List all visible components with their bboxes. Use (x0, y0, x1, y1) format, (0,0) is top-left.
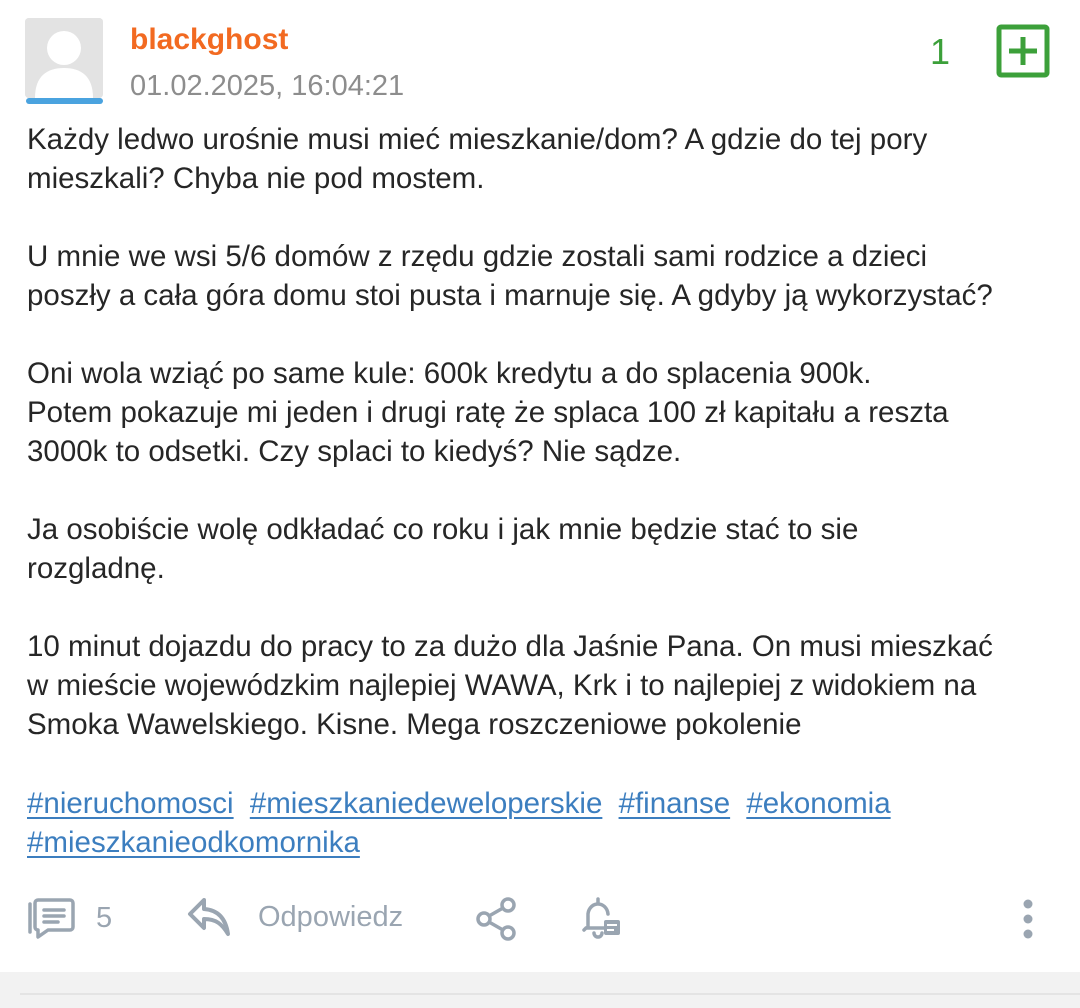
comments-button[interactable]: 5 (26, 896, 112, 940)
post-text-line: Każdy ledwo urośnie musi mieć mieszkanie… (27, 123, 928, 156)
tag-list: #nieruchomosci #mieszkaniedeweloperskie … (27, 784, 1062, 862)
post-text-line: mieszkali? Chyba nie pod mostem. (27, 162, 485, 195)
separator-line (20, 993, 1080, 995)
post-text-line: 10 minut dojazdu do pracy to za dużo dla… (27, 630, 993, 663)
tag-link[interactable]: #mieszkanieodkomornika (27, 826, 360, 859)
post-text-line: Ja osobiście wolę odkładać co roku i jak… (27, 513, 859, 546)
reply-button[interactable]: Odpowiedz (186, 894, 403, 940)
post-paragraph: Ja osobiście wolę odkładać co roku i jak… (27, 510, 1062, 588)
tag-link[interactable]: #nieruchomosci (27, 787, 234, 820)
post-paragraph: Każdy ledwo urośnie musi mieć mieszkanie… (27, 120, 1062, 198)
post-text-line: Potem pokazuje mi jeden i drugi ratę że … (27, 396, 949, 429)
post-timestamp: 01.02.2025, 16:04:21 (130, 70, 405, 102)
comments-count: 5 (96, 901, 113, 934)
post-body: Każdy ledwo urośnie musi mieć mieszkanie… (27, 120, 1062, 783)
post-text-line: poszły a cała góra domu stoi pusta i mar… (27, 279, 993, 312)
avatar[interactable] (25, 18, 103, 98)
post-paragraph: Oni wola wziąć po same kule: 600k kredyt… (27, 354, 1062, 471)
post-text-line: Smoka Wawelskiego. Kisne. Mega roszczeni… (27, 708, 802, 741)
post-text-line: w mieście wojewódzkim najlepiej WAWA, Kr… (27, 669, 977, 702)
avatar-status-bar (26, 98, 103, 104)
user-placeholder-icon (25, 18, 103, 98)
share-button[interactable] (474, 896, 520, 942)
post-text-line: U mnie we wsi 5/6 domów z rzędu gdzie zo… (27, 240, 928, 273)
tag-link[interactable]: #ekonomia (746, 787, 890, 820)
more-options-button[interactable] (1014, 896, 1042, 942)
post-separator (0, 972, 1080, 1008)
post-paragraph: 10 minut dojazdu do pracy to za dużo dla… (27, 627, 1062, 744)
upvote-button[interactable] (996, 24, 1050, 78)
comments-icon (28, 898, 75, 939)
post-text-line: rozgladnę. (27, 552, 165, 585)
post-actions-toolbar: 5 Odpowiedz (0, 890, 1080, 950)
reply-label: Odpowiedz (258, 900, 404, 933)
notify-button[interactable] (578, 896, 624, 942)
tag-link[interactable]: #mieszkaniedeweloperskie (250, 787, 603, 820)
post-text-line: 3000k to odsetki. Czy splaci to kiedyś? … (27, 435, 682, 468)
post-paragraph: U mnie we wsi 5/6 domów z rzędu gdzie zo… (27, 237, 1062, 315)
share-icon (476, 897, 516, 941)
tag-link[interactable]: #finanse (619, 787, 731, 820)
post-card: blackghost 01.02.2025, 16:04:21 1 Każdy … (0, 0, 1080, 970)
notification-bell-icon (582, 897, 620, 939)
post-text-line: Oni wola wziąć po same kule: 600k kredyt… (27, 357, 872, 390)
vote-count: 1 (929, 31, 951, 72)
reply-icon (188, 898, 230, 936)
more-options-icon (1023, 899, 1033, 939)
author-name[interactable]: blackghost (130, 20, 288, 60)
plus-icon (996, 24, 1050, 78)
